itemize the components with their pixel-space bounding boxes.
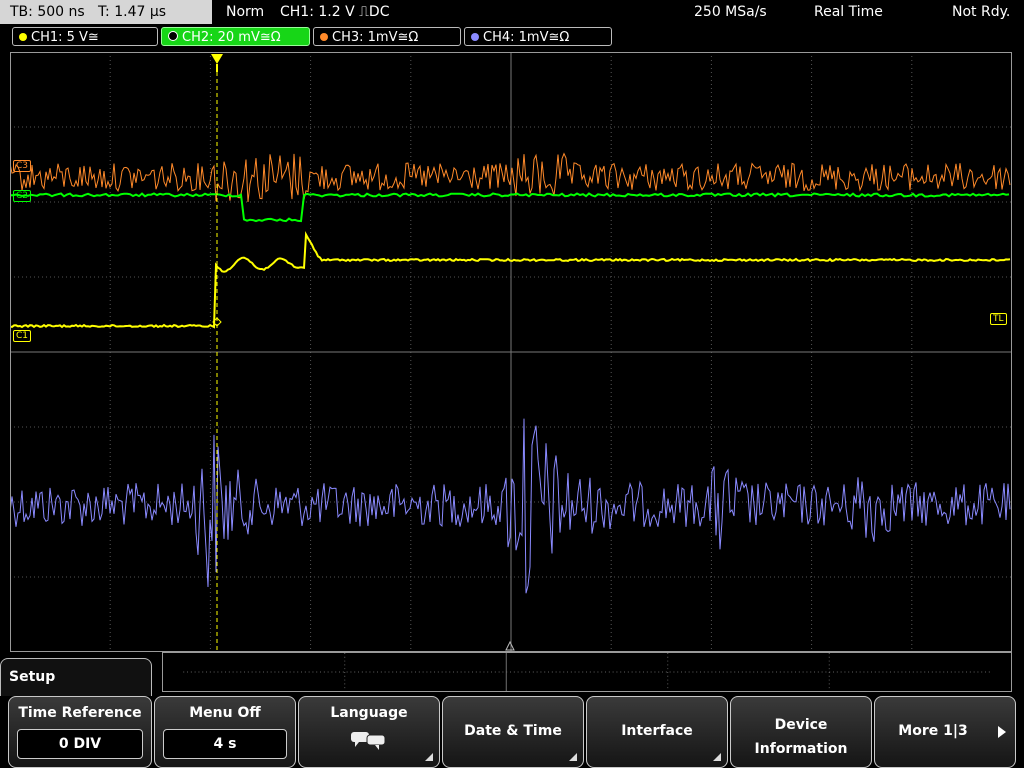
channel-bar: CH1: 5 V≅ CH2: 20 mV≅Ω CH3: 1mV≅Ω CH4: 1… [0, 26, 1024, 48]
ch3-dot-icon [320, 33, 328, 41]
time-reference-title: Time Reference [18, 705, 142, 721]
channel-3-tab[interactable]: CH3: 1mV≅Ω [313, 27, 461, 46]
zoom-overview-bar [162, 652, 1012, 692]
channel-4-tab[interactable]: CH4: 1mV≅Ω [464, 27, 612, 46]
graticule [10, 52, 1012, 652]
trigger-time: T: 1.47 µs [98, 4, 167, 20]
ch1-dot-icon [19, 33, 27, 41]
status-bar: TB: 500 ns T: 1.47 µs Norm CH1: 1.2 V ⎍D… [0, 0, 1024, 24]
ch2-marker[interactable]: C2 [13, 190, 32, 202]
submenu-icon [713, 753, 721, 761]
trigger-mode[interactable]: Norm [226, 0, 264, 24]
ch2-dot-icon [168, 31, 178, 41]
device-info-line1: Device [774, 717, 828, 733]
menu-off-title: Menu Off [189, 705, 261, 721]
date-time-label: Date & Time [464, 723, 562, 739]
more-button[interactable]: More 1|3 [874, 696, 1016, 768]
device-info-line2: Information [754, 741, 848, 757]
ch4-dot-icon [471, 33, 479, 41]
menu-title: Setup [0, 658, 152, 698]
ch1-label: CH1: 5 V≅ [31, 30, 99, 45]
trigger-info[interactable]: CH1: 1.2 V ⎍DC [280, 0, 389, 24]
device-information-button[interactable]: Device Information [730, 696, 872, 768]
timebase-value: TB: 500 ns [10, 4, 85, 20]
interface-label: Interface [621, 723, 693, 739]
channel-2-tab[interactable]: CH2: 20 mV≅Ω [161, 27, 310, 46]
language-title: Language [330, 705, 408, 721]
ch1-marker[interactable]: C1 [13, 330, 32, 342]
time-reference-value: 0 DIV [17, 729, 143, 759]
menu-off-value: 4 s [163, 729, 287, 759]
channel-1-tab[interactable]: CH1: 5 V≅ [12, 27, 158, 46]
time-reference-button[interactable]: Time Reference 0 DIV [8, 696, 152, 768]
submenu-icon [569, 753, 577, 761]
ready-status: Not Rdy. [952, 4, 1011, 20]
softkey-bar: Time Reference 0 DIV Menu Off 4 s Langua… [0, 696, 1024, 768]
sample-rate: 250 MSa/s [694, 4, 767, 20]
interface-button[interactable]: Interface [586, 696, 728, 768]
ch3-marker[interactable]: C3 [13, 160, 32, 172]
arrow-right-icon [998, 726, 1006, 738]
date-time-button[interactable]: Date & Time [442, 696, 584, 768]
more-label: More 1|3 [898, 723, 968, 739]
trigger-level-marker[interactable]: TL [990, 313, 1007, 325]
timebase-box[interactable]: TB: 500 ns T: 1.47 µs [0, 0, 212, 24]
menu-off-button[interactable]: Menu Off 4 s [154, 696, 296, 768]
acquisition-mode: Real Time [814, 4, 883, 20]
ch3-label: CH3: 1mV≅Ω [332, 30, 419, 45]
language-button[interactable]: Language [298, 696, 440, 768]
submenu-icon [425, 753, 433, 761]
speech-bubbles-icon [351, 732, 386, 750]
ch4-label: CH4: 1mV≅Ω [483, 30, 570, 45]
ch2-label: CH2: 20 mV≅Ω [182, 30, 281, 45]
